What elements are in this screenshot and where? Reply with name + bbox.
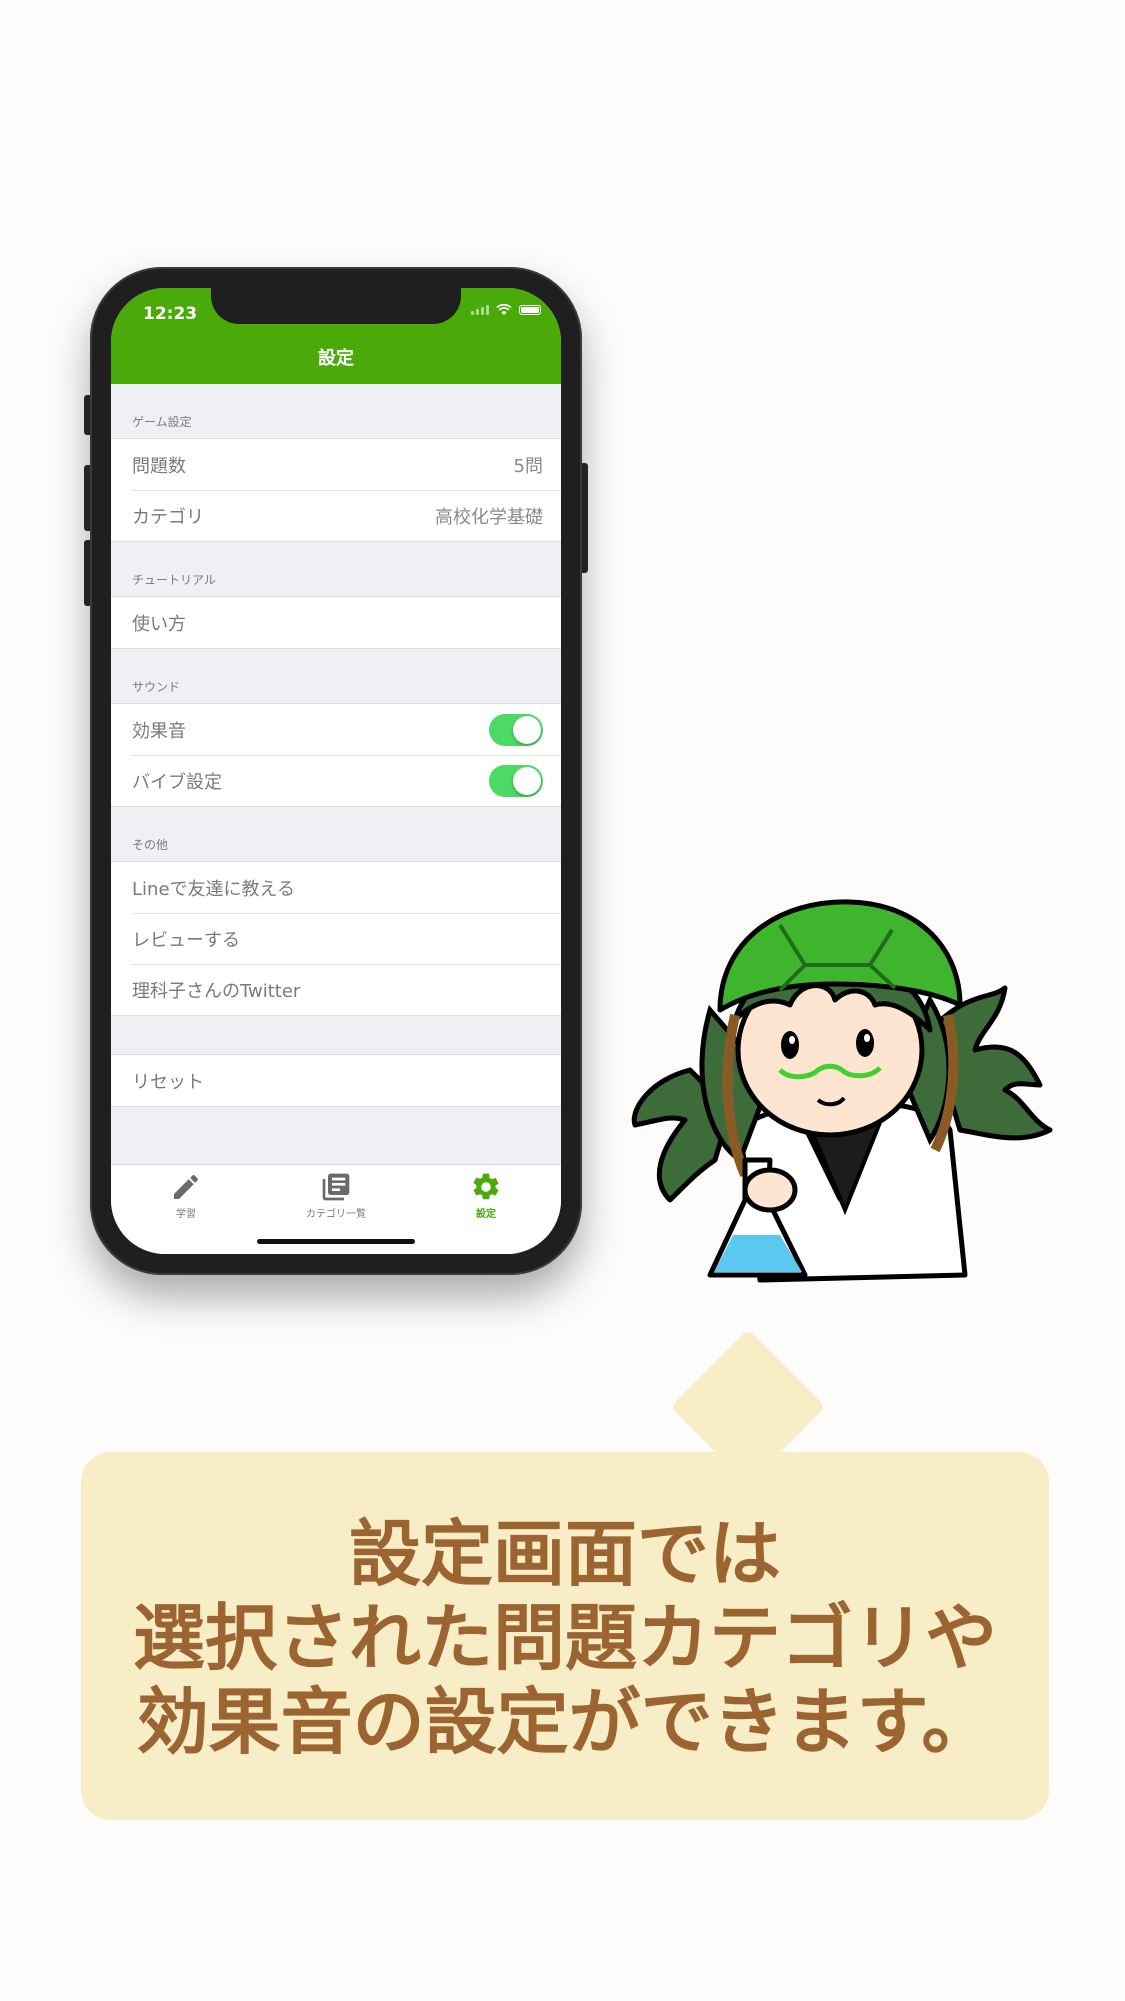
row-share-line[interactable]: Lineで友達に教える — [111, 862, 561, 913]
speech-bubble: 設定画面では 選択された問題カテゴリや 効果音の設定ができます。 — [81, 1452, 1049, 1820]
cellular-signal-icon — [471, 305, 489, 315]
row-review[interactable]: レビューする — [111, 913, 561, 964]
caption-line-1: 設定画面では — [348, 1512, 781, 1596]
tab-bar: 学習 カテゴリ一覧 設定 — [111, 1164, 561, 1254]
phone-screen: 12:23 設定 ゲーム設定 問題数 5問 カテゴリ 高校化学基礎 チュートリア… — [111, 288, 561, 1254]
group-sound: 効果音 バイブ設定 — [111, 703, 561, 807]
notch — [211, 288, 461, 324]
row-reset[interactable]: リセット — [111, 1055, 561, 1106]
row-how-to-use[interactable]: 使い方 — [111, 597, 561, 648]
sound-effects-toggle[interactable] — [489, 713, 543, 746]
row-vibration: バイブ設定 — [111, 755, 561, 806]
status-time: 12:23 — [143, 304, 198, 324]
scientist-character-illustration — [631, 899, 1053, 1283]
pencil-icon — [174, 1174, 199, 1199]
tab-study[interactable]: 学習 — [111, 1165, 261, 1254]
row-label: リセット — [132, 1071, 204, 1093]
row-label: カテゴリ — [132, 506, 204, 528]
section-header-other: その他 — [132, 838, 169, 852]
phone-frame: 12:23 設定 ゲーム設定 問題数 5問 カテゴリ 高校化学基礎 チュートリア… — [90, 267, 582, 1275]
row-label: 理科子さんのTwitter — [132, 980, 301, 1002]
wifi-icon — [496, 304, 512, 315]
section-header-tutorial: チュートリアル — [132, 573, 216, 587]
settings-list: ゲーム設定 問題数 5問 カテゴリ 高校化学基礎 チュートリアル 使い方 サウン — [111, 384, 561, 1107]
row-sound-effects: 効果音 — [111, 704, 561, 755]
tab-settings[interactable]: 設定 — [411, 1165, 561, 1254]
section-header-game: ゲーム設定 — [132, 415, 192, 429]
home-indicator — [257, 1239, 415, 1244]
row-label: 問題数 — [132, 455, 186, 477]
tab-label: 設定 — [476, 1209, 496, 1220]
caption-line-2: 選択された問題カテゴリや — [132, 1596, 997, 1680]
group-game-settings: 問題数 5問 カテゴリ 高校化学基礎 — [111, 438, 561, 542]
row-value: 高校化学基礎 — [435, 506, 543, 528]
row-value: 5問 — [513, 455, 543, 477]
gear-icon — [473, 1173, 499, 1200]
group-other: Lineで友達に教える レビューする 理科子さんのTwitter — [111, 861, 561, 1016]
nav-title: 設定 — [318, 348, 354, 369]
caption-text: 設定画面では 選択された問題カテゴリや 効果音の設定ができます。 — [81, 1512, 1049, 1764]
tab-label: カテゴリ一覧 — [306, 1209, 366, 1220]
row-label: Lineで友達に教える — [132, 878, 295, 900]
group-reset: リセット — [111, 1054, 561, 1107]
row-category[interactable]: カテゴリ 高校化学基礎 — [111, 490, 561, 541]
book-list-icon — [322, 1173, 350, 1201]
row-label: レビューする — [132, 929, 240, 951]
status-icons — [471, 304, 541, 316]
tab-label: 学習 — [176, 1209, 196, 1220]
row-question-count[interactable]: 問題数 5問 — [111, 439, 561, 490]
caption-line-3: 効果音の設定ができます。 — [136, 1680, 994, 1764]
row-label: 使い方 — [132, 613, 186, 635]
row-label: バイブ設定 — [132, 771, 222, 793]
section-header-sound: サウンド — [132, 680, 181, 694]
row-label: 効果音 — [132, 720, 186, 742]
vibration-toggle[interactable] — [489, 764, 543, 797]
battery-icon — [519, 305, 541, 315]
row-twitter[interactable]: 理科子さんのTwitter — [111, 964, 561, 1015]
group-tutorial: 使い方 — [111, 596, 561, 649]
